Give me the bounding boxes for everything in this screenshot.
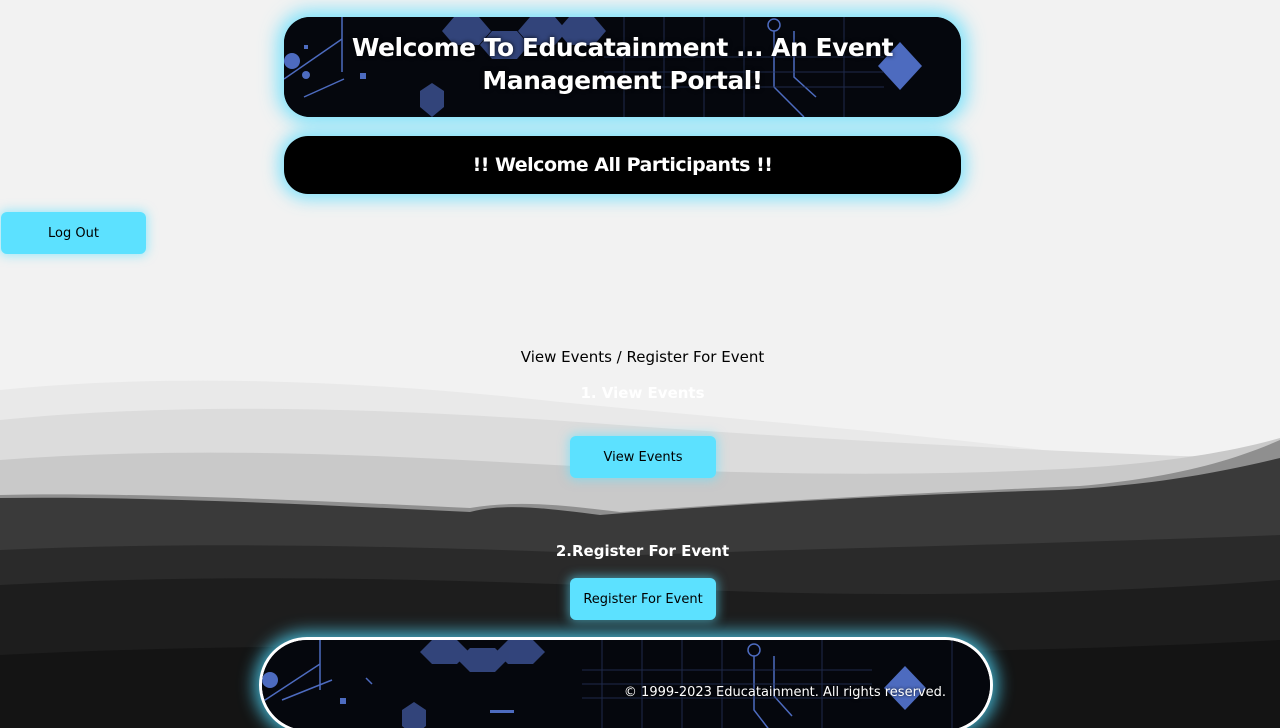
- page: Welcome To Educatainment ... An Event Ma…: [0, 0, 1280, 728]
- step-register-label: 2.Register For Event: [555, 542, 730, 560]
- section-heading: View Events / Register For Event: [520, 348, 765, 366]
- welcome-banner: !! Welcome All Participants !!: [284, 136, 961, 194]
- header-banner: Welcome To Educatainment ... An Event Ma…: [284, 17, 961, 117]
- copyright-text: © 1999-2023 Educatainment. All rights re…: [623, 685, 946, 700]
- welcome-text: !! Welcome All Participants !!: [472, 154, 773, 176]
- register-event-button[interactable]: Register For Event: [570, 578, 716, 620]
- footer: © 1999-2023 Educatainment. All rights re…: [259, 637, 993, 728]
- logout-button[interactable]: Log Out: [1, 212, 146, 254]
- step-view-events-label: 1. View Events: [580, 384, 705, 402]
- footer-circuit-graphic: [262, 640, 990, 728]
- view-events-button[interactable]: View Events: [570, 436, 716, 478]
- page-title: Welcome To Educatainment ... An Event Ma…: [351, 33, 894, 95]
